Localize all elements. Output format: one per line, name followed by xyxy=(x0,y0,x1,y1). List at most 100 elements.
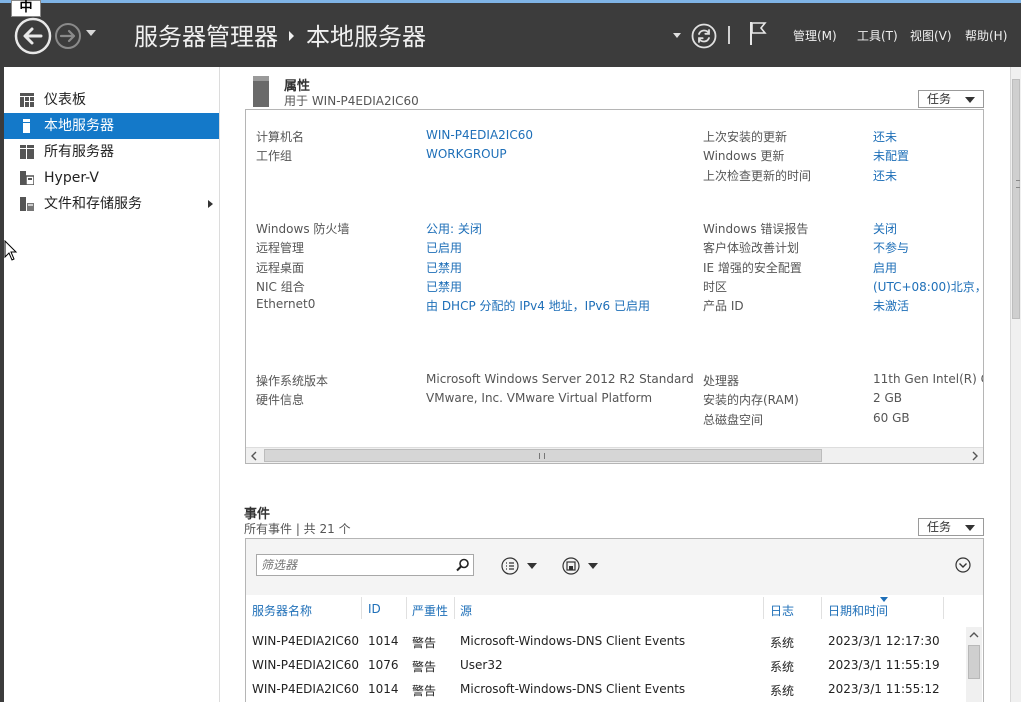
column-header-server-name[interactable]: 服务器名称 xyxy=(252,602,312,619)
prop-value-workgroup[interactable]: WORKGROUP xyxy=(426,147,507,161)
sidebar-item-file-storage[interactable]: 文件和存储服务 xyxy=(4,191,219,217)
forward-arrow-icon[interactable] xyxy=(54,22,82,50)
prop-label-processor: 处理器 xyxy=(703,374,740,388)
properties-panel: 计算机名 WIN-P4EDIA2IC60 工作组 WORKGROUP Windo… xyxy=(245,109,984,464)
event-cell-log[interactable]: 系统 xyxy=(770,634,794,651)
prop-value-ram: 2 GB xyxy=(873,391,902,405)
list-options-icon[interactable] xyxy=(501,557,519,575)
prop-label-computer-name: 计算机名 xyxy=(256,130,305,144)
prop-label-error-reporting: Windows 错误报告 xyxy=(703,222,809,236)
back-arrow-icon[interactable] xyxy=(14,17,52,55)
sidebar-item-local-server[interactable]: 本地服务器 xyxy=(4,113,219,139)
event-cell-source[interactable]: Microsoft-Windows-DNS Client Events xyxy=(460,634,685,648)
expand-arrow-icon[interactable] xyxy=(208,200,213,208)
breadcrumb-dropdown-icon[interactable] xyxy=(673,33,681,38)
prop-value-timezone[interactable]: (UTC+08:00)北京，重 xyxy=(873,278,983,295)
events-toolbar xyxy=(246,539,983,595)
dashboard-icon xyxy=(20,93,34,107)
prop-value-remote-desktop[interactable]: 已禁用 xyxy=(426,259,462,276)
scrollbar-thumb[interactable] xyxy=(264,449,822,462)
column-header-datetime[interactable]: 日期和时间 xyxy=(828,602,888,619)
prop-label-product-id: 产品 ID xyxy=(703,299,744,313)
event-cell-source[interactable]: User32 xyxy=(460,658,503,672)
prop-value-windows-update[interactable]: 未配置 xyxy=(873,147,909,164)
ime-indicator[interactable]: 中 xyxy=(11,0,41,17)
prop-value-ethernet[interactable]: 由 DHCP 分配的 IPv4 地址，IPv6 已启用 xyxy=(426,297,650,314)
search-icon[interactable] xyxy=(456,558,470,572)
prop-value-ceip[interactable]: 不参与 xyxy=(873,239,909,256)
filter-input[interactable] xyxy=(256,554,474,576)
event-cell-log[interactable]: 系统 xyxy=(770,658,794,675)
sidebar-item-label: 文件和存储服务 xyxy=(44,196,142,212)
scroll-left-icon[interactable] xyxy=(246,448,262,464)
history-dropdown-icon[interactable] xyxy=(86,30,96,36)
prop-value-product-id[interactable]: 未激活 xyxy=(873,297,909,314)
events-subtitle: 所有事件 | 共 21 个 xyxy=(244,522,351,536)
scroll-right-icon[interactable] xyxy=(967,448,983,464)
chevron-down-icon xyxy=(965,525,975,531)
properties-tasks-button[interactable]: 任务 xyxy=(918,90,984,108)
event-cell-id[interactable]: 1014 xyxy=(368,634,399,648)
event-cell-datetime[interactable]: 2023/3/1 11:55:12 xyxy=(828,682,940,696)
event-cell-id[interactable]: 1076 xyxy=(368,658,399,672)
events-tasks-button[interactable]: 任务 xyxy=(918,518,984,536)
sidebar-item-label: 所有服务器 xyxy=(44,144,114,160)
prop-value-last-update[interactable]: 还未 xyxy=(873,128,897,145)
prop-label-nic-teaming: NIC 组合 xyxy=(256,280,305,294)
menu-view[interactable]: 视图(V) xyxy=(910,27,952,44)
prop-value-remote-management[interactable]: 已启用 xyxy=(426,239,462,256)
menu-manage[interactable]: 管理(M) xyxy=(793,27,837,44)
prop-value-last-check[interactable]: 还未 xyxy=(873,167,897,184)
column-header-id[interactable]: ID xyxy=(368,602,381,616)
prop-value-ie-esc[interactable]: 启用 xyxy=(873,259,897,276)
prop-label-ram: 安装的内存(RAM) xyxy=(703,393,799,407)
event-cell-server[interactable]: WIN-P4EDIA2IC60 xyxy=(252,658,359,672)
sidebar-item-hyper-v[interactable]: Hyper-V xyxy=(4,165,219,191)
scrollbar-thumb[interactable] xyxy=(1012,79,1020,319)
servers-icon xyxy=(20,145,34,159)
prop-label-firewall: Windows 防火墙 xyxy=(256,222,350,236)
collapse-expand-icon[interactable] xyxy=(955,557,971,573)
properties-horizontal-scrollbar[interactable] xyxy=(246,447,983,463)
scroll-up-icon[interactable] xyxy=(966,627,982,643)
event-cell-log[interactable]: 系统 xyxy=(770,682,794,699)
sidebar-item-all-servers[interactable]: 所有服务器 xyxy=(4,139,219,165)
prop-value-processor: 11th Gen Intel(R) Co xyxy=(873,372,984,386)
prop-label-last-update: 上次安装的更新 xyxy=(703,130,788,144)
prop-value-disk: 60 GB xyxy=(873,411,910,425)
prop-value-computer-name[interactable]: WIN-P4EDIA2IC60 xyxy=(426,128,533,142)
column-header-log[interactable]: 日志 xyxy=(770,602,794,619)
prop-value-firewall[interactable]: 公用: 关闭 xyxy=(426,220,482,237)
prop-value-error-reporting[interactable]: 关闭 xyxy=(873,220,897,237)
save-query-icon[interactable] xyxy=(562,557,580,575)
column-header-source[interactable]: 源 xyxy=(460,602,472,619)
column-header-severity[interactable]: 严重性 xyxy=(412,602,448,619)
prop-value-nic-teaming[interactable]: 已禁用 xyxy=(426,278,462,295)
prop-value-hardware: VMware, Inc. VMware Virtual Platform xyxy=(426,391,653,405)
breadcrumb-root[interactable]: 服务器管理器 xyxy=(134,20,278,54)
event-cell-severity[interactable]: 警告 xyxy=(412,634,436,651)
event-cell-source[interactable]: Microsoft-Windows-DNS Client Events xyxy=(460,682,685,696)
sidebar: 仪表板 本地服务器 所有服务器 Hyper-V 文件和存储服务 xyxy=(4,67,220,702)
prop-label-remote-management: 远程管理 xyxy=(256,241,305,255)
event-cell-server[interactable]: WIN-P4EDIA2IC60 xyxy=(252,682,359,696)
event-cell-severity[interactable]: 警告 xyxy=(412,682,436,699)
scrollbar-thumb[interactable] xyxy=(968,645,980,679)
events-vertical-scrollbar[interactable] xyxy=(966,627,982,702)
event-cell-id[interactable]: 1014 xyxy=(368,682,399,696)
event-cell-server[interactable]: WIN-P4EDIA2IC60 xyxy=(252,634,359,648)
list-options-dropdown-icon[interactable] xyxy=(527,563,537,569)
menu-tools[interactable]: 工具(T) xyxy=(857,27,898,44)
save-query-dropdown-icon[interactable] xyxy=(588,563,598,569)
event-cell-severity[interactable]: 警告 xyxy=(412,658,436,675)
event-cell-datetime[interactable]: 2023/3/1 11:55:19 xyxy=(828,658,940,672)
notifications-flag-icon[interactable] xyxy=(748,20,768,46)
events-panel: 服务器名称 ID 严重性 源 日志 日期和时间 WIN-P4EDIA2IC60 … xyxy=(245,538,984,702)
menu-help[interactable]: 帮助(H) xyxy=(965,27,1007,44)
storage-icon xyxy=(20,197,34,211)
event-cell-datetime[interactable]: 2023/3/1 12:17:30 xyxy=(828,634,940,648)
refresh-icon[interactable] xyxy=(691,23,717,49)
sidebar-item-dashboard[interactable]: 仪表板 xyxy=(4,87,219,113)
main-vertical-scrollbar[interactable] xyxy=(1010,67,1021,702)
server-icon xyxy=(23,119,30,133)
